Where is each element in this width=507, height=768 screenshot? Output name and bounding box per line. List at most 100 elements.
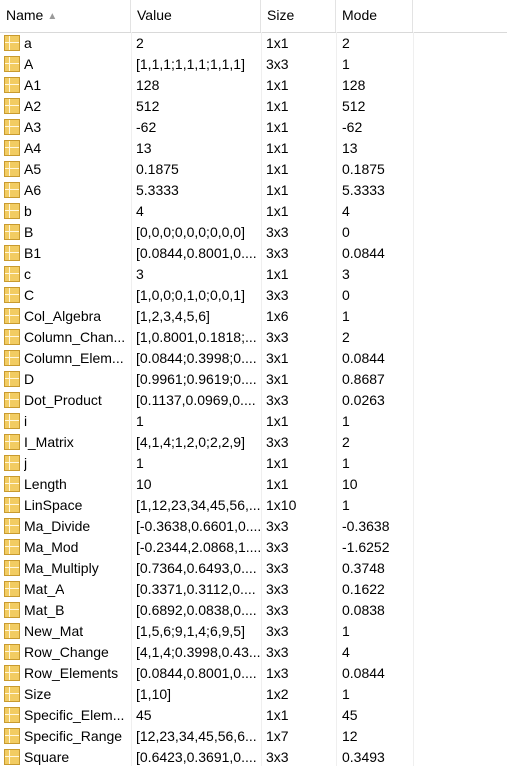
table-row[interactable]: Square [0.6423,0.3691,0.... 3x3 0.3493 — [0, 747, 507, 768]
table-row[interactable]: Row_Elements [0.0844,0.8001,0.... 1x3 0.084… — [0, 663, 507, 684]
cell-size: 1x1 — [266, 161, 289, 177]
table-row[interactable]: Ma_Multiply [0.7364,0.6493,0.... 3x3 0.3748 — [0, 558, 507, 579]
cell-value: [0.0844;0.3998;0.... — [136, 350, 257, 366]
table-row[interactable]: i 1 1x1 1 — [0, 411, 507, 432]
cell-value: 10 — [136, 476, 152, 492]
table-row[interactable]: Row_Change [4,1,4;0.3998,0.43... 3x3 4 — [0, 642, 507, 663]
cell-value: [4,1,4;0.3998,0.43... — [136, 644, 261, 660]
cell-mode: 1 — [342, 623, 350, 639]
matrix-variable-icon — [4, 56, 20, 72]
table-row[interactable]: Mat_A [0.3371,0.3112,0.... 3x3 0.1622 — [0, 579, 507, 600]
table-row[interactable]: Specific_Elem... 45 1x1 45 — [0, 705, 507, 726]
table-row[interactable]: A2 512 1x1 512 — [0, 96, 507, 117]
cell-size: 3x1 — [266, 350, 289, 366]
table-row[interactable]: Size [1,10] 1x2 1 — [0, 684, 507, 705]
cell-name: Mat_B — [24, 602, 65, 618]
table-row[interactable]: b 4 1x1 4 — [0, 201, 507, 222]
cell-value: [12,23,34,45,56,6... — [136, 728, 257, 744]
matrix-variable-icon — [4, 308, 20, 324]
table-row[interactable]: Ma_Divide [-0.3638,0.6601,0.... 3x3 -0.3638 — [0, 516, 507, 537]
cell-mode: 512 — [342, 98, 366, 114]
table-row[interactable]: B1 [0.0844,0.8001,0.... 3x3 0.0844 — [0, 243, 507, 264]
column-header-size[interactable]: Size — [261, 0, 336, 32]
table-row[interactable]: c 3 1x1 3 — [0, 264, 507, 285]
cell-name: Length — [24, 476, 67, 492]
matrix-variable-icon — [4, 749, 20, 765]
table-row[interactable]: LinSpace [1,12,23,34,45,56,... 1x10 1 — [0, 495, 507, 516]
cell-value: 1 — [136, 413, 144, 429]
cell-value: 45 — [136, 707, 152, 723]
matrix-variable-icon — [4, 350, 20, 366]
cell-size: 3x1 — [266, 371, 289, 387]
cell-mode: 0 — [342, 287, 350, 303]
cell-mode: 5.3333 — [342, 182, 385, 198]
table-row[interactable]: B [0,0,0;0,0,0;0,0,0] 3x3 0 — [0, 222, 507, 243]
table-row[interactable]: Column_Chan... [1,0.8001,0.1818;... 3x3 2 — [0, 327, 507, 348]
cell-value: [1,10] — [136, 686, 172, 702]
cell-mode: 0.3493 — [342, 749, 385, 765]
cell-name: A6 — [24, 182, 42, 198]
cell-mode: 0.0844 — [342, 350, 385, 366]
table-row[interactable]: A1 128 1x1 128 — [0, 75, 507, 96]
table-row[interactable]: Mat_B [0.6892,0.0838,0.... 3x3 0.0838 — [0, 600, 507, 621]
matrix-variable-icon — [4, 686, 20, 702]
table-row[interactable]: New_Mat [1,5,6;9,1,4;6,9,5] 3x3 1 — [0, 621, 507, 642]
matrix-variable-icon — [4, 434, 20, 450]
matrix-variable-icon — [4, 665, 20, 681]
cell-value: 13 — [136, 140, 152, 156]
matrix-variable-icon — [4, 182, 20, 198]
cell-value: [0.3371,0.3112,0.... — [136, 581, 256, 597]
column-header-name[interactable]: Name ▲ — [0, 0, 131, 32]
table-row[interactable]: Dot_Product [0.1137,0.0969,0.... 3x3 0.0263 — [0, 390, 507, 411]
cell-size: 3x3 — [266, 56, 289, 72]
cell-value: -62 — [136, 119, 157, 135]
cell-size: 3x3 — [266, 560, 289, 576]
cell-size: 1x1 — [266, 182, 289, 198]
table-row[interactable]: Ma_Mod [-0.2344,2.0868,1.... 3x3 -1.6252 — [0, 537, 507, 558]
cell-mode: 1 — [342, 56, 350, 72]
cell-mode: 12 — [342, 728, 358, 744]
cell-mode: 1 — [342, 308, 350, 324]
cell-name: j — [24, 455, 28, 471]
table-row[interactable]: a 2 1x1 2 — [0, 33, 507, 54]
cell-size: 1x2 — [266, 686, 289, 702]
table-row[interactable]: A [1,1,1;1,1,1;1,1,1] 3x3 1 — [0, 54, 507, 75]
table-row[interactable]: A3 -62 1x1 -62 — [0, 117, 507, 138]
workspace-table: Name ▲ Value Size Mode a 2 1x1 2 A [1,1,1;1,1,… — [0, 0, 507, 766]
cell-name: Ma_Multiply — [24, 560, 99, 576]
cell-size: 3x3 — [266, 749, 289, 765]
column-header-mode[interactable]: Mode — [336, 0, 413, 32]
table-row[interactable]: Length 10 1x1 10 — [0, 474, 507, 495]
table-row[interactable]: j 1 1x1 1 — [0, 453, 507, 474]
table-row[interactable]: A4 13 1x1 13 — [0, 138, 507, 159]
cell-name: Specific_Range — [24, 728, 123, 744]
cell-size: 3x3 — [266, 581, 289, 597]
table-row[interactable]: I_Matrix [4,1,4;1,2,0;2,2,9] 3x3 2 — [0, 432, 507, 453]
cell-value: 128 — [136, 77, 160, 93]
table-row[interactable]: Col_Algebra [1,2,3,4,5,6] 1x6 1 — [0, 306, 507, 327]
table-row[interactable]: D [0.9961;0.9619;0.... 3x1 0.8687 — [0, 369, 507, 390]
cell-name: i — [24, 413, 28, 429]
cell-value: [-0.2344,2.0868,1.... — [136, 539, 262, 555]
matrix-variable-icon — [4, 119, 20, 135]
cell-value: [1,12,23,34,45,56,... — [136, 497, 261, 513]
table-row[interactable]: A6 5.3333 1x1 5.3333 — [0, 180, 507, 201]
cell-value: 0.1875 — [136, 161, 179, 177]
cell-value: [1,5,6;9,1,4;6,9,5] — [136, 623, 245, 639]
table-row[interactable]: C [1,0,0;0,1,0;0,0,1] 3x3 0 — [0, 285, 507, 306]
table-row[interactable]: Specific_Range [12,23,34,45,56,6... 1x7 12 — [0, 726, 507, 747]
cell-mode: 3 — [342, 266, 350, 282]
cell-name: A4 — [24, 140, 42, 156]
cell-mode: 45 — [342, 707, 358, 723]
matrix-variable-icon — [4, 455, 20, 471]
cell-size: 3x3 — [266, 623, 289, 639]
table-row[interactable]: Column_Elem... [0.0844;0.3998;0.... 3x1 0.0… — [0, 348, 507, 369]
cell-size: 3x3 — [266, 644, 289, 660]
cell-name: B — [24, 224, 34, 240]
matrix-variable-icon — [4, 644, 20, 660]
cell-mode: 2 — [342, 434, 350, 450]
table-row[interactable]: A5 0.1875 1x1 0.1875 — [0, 159, 507, 180]
column-header-value[interactable]: Value — [131, 0, 261, 32]
matrix-variable-icon — [4, 518, 20, 534]
cell-size: 1x1 — [266, 203, 289, 219]
